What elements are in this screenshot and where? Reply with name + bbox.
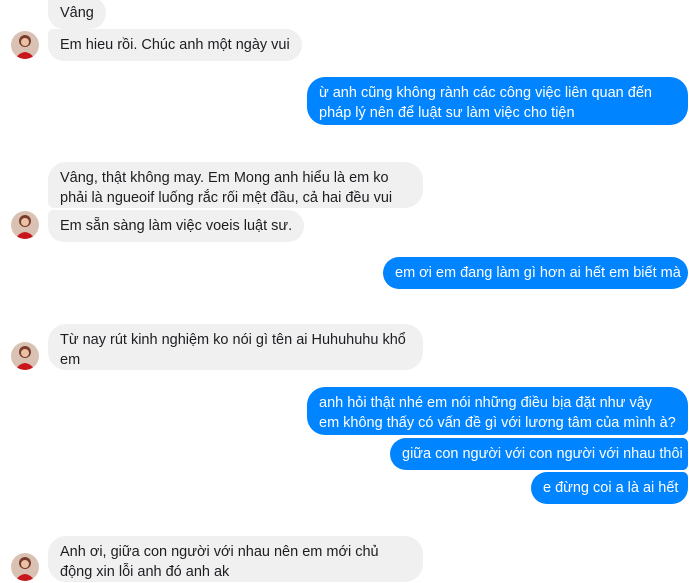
incoming-message: Anh ơi, giữa con người với nhau nên em m… <box>48 536 423 582</box>
incoming-message: Em hieu rồi. Chúc anh một ngày vui <box>48 29 302 61</box>
outgoing-message: e đừng coi a là ai hết <box>531 472 688 504</box>
incoming-message: Vâng <box>48 0 106 29</box>
incoming-message: Em sẵn sàng làm việc voeis luật sư. <box>48 210 305 242</box>
outgoing-message: anh hỏi thật nhé em nói những điều bịa đ… <box>307 387 688 435</box>
contact-avatar-icon[interactable] <box>11 342 39 370</box>
incoming-message: Vâng, thật không may. Em Mong anh hiểu l… <box>48 162 423 208</box>
contact-avatar-icon[interactable] <box>11 31 39 59</box>
contact-avatar-icon[interactable] <box>11 553 39 581</box>
contact-avatar-icon[interactable] <box>11 211 39 239</box>
incoming-message: Từ nay rút kinh nghiệm ko nói gì tên ai … <box>48 324 423 370</box>
outgoing-message: giữa con người với con người với nhau th… <box>390 438 688 470</box>
outgoing-message: ừ anh cũng không rành các công việc liên… <box>307 77 688 125</box>
outgoing-message: em ơi em đang làm gì hơn ai hết em biết … <box>383 257 688 289</box>
